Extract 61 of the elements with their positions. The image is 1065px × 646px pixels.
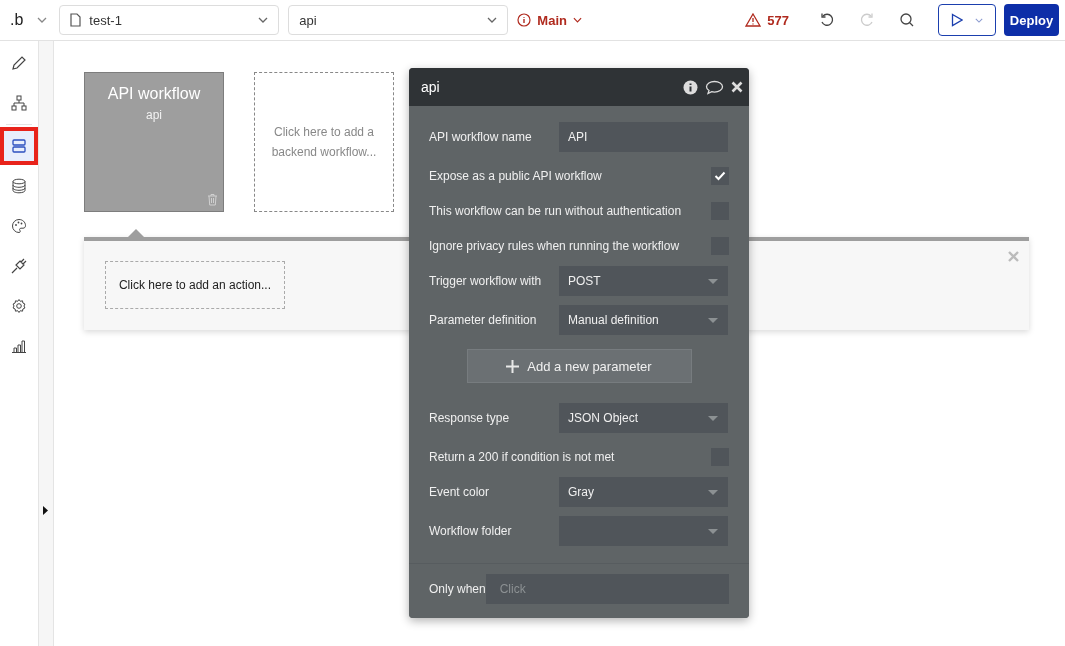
field-label: Trigger workflow with <box>429 274 543 288</box>
dropdown[interactable]: Gray <box>559 477 728 507</box>
workflow-select[interactable]: api <box>288 5 509 35</box>
search-icon[interactable] <box>899 12 915 28</box>
workflow-title: API workflow <box>107 85 201 103</box>
field-label: This workflow can be run without authentication <box>429 204 683 218</box>
undo-icon[interactable] <box>819 12 835 28</box>
add-parameter-button[interactable]: Add a new parameter <box>466 349 692 383</box>
settings-icon <box>11 298 27 314</box>
condition-input[interactable]: Click <box>485 574 729 604</box>
plug-icon <box>11 258 27 274</box>
chevron-down-icon <box>258 17 269 23</box>
add-workflow-placeholder[interactable]: Click here to add a backend workflow... <box>254 72 394 212</box>
page-icon <box>70 13 82 27</box>
dropdown[interactable]: Manual definition <box>559 305 728 335</box>
field-label: Only when <box>429 582 486 596</box>
caret-icon <box>708 415 718 421</box>
popup-title: api <box>421 79 441 95</box>
stacked-rows-icon <box>11 138 27 154</box>
chevron-down-icon <box>487 17 498 23</box>
info-icon[interactable] <box>683 79 698 95</box>
palette-icon <box>11 218 27 234</box>
caret-icon <box>708 317 718 323</box>
branch-select[interactable]: Main <box>517 12 582 28</box>
add-action-placeholder[interactable]: Click here to add an action... <box>105 261 285 309</box>
issues-button[interactable]: 577 <box>745 12 789 28</box>
caret-icon <box>708 278 718 284</box>
expand-arrow-icon[interactable] <box>43 506 48 515</box>
play-icon <box>951 13 963 27</box>
field-label: API workflow name <box>429 130 533 144</box>
chevron-down-icon <box>572 17 582 23</box>
field-label: Workflow folder <box>429 524 513 538</box>
field-label: Event color <box>429 485 491 499</box>
bar-chart-icon <box>11 338 27 354</box>
name-input[interactable]: API <box>559 122 728 152</box>
pencil-icon <box>11 55 27 71</box>
page-select[interactable]: test-1 <box>59 5 280 35</box>
field-label: Expose as a public API workflow <box>429 169 603 183</box>
checkbox[interactable] <box>711 167 729 185</box>
deploy-button[interactable]: Deploy <box>1004 4 1059 36</box>
dropdown[interactable]: JSON Object <box>559 403 728 433</box>
warning-icon <box>745 13 762 27</box>
close-icon[interactable] <box>731 81 743 93</box>
checkmark-icon <box>714 171 726 181</box>
field-label: Ignore privacy rules when running the workflow <box>429 239 681 253</box>
logo[interactable]: .b <box>10 11 24 29</box>
field-label: Response type <box>429 411 511 425</box>
preview-button[interactable] <box>938 4 996 36</box>
chevron-down-icon <box>975 17 983 23</box>
hierarchy-icon <box>11 95 27 111</box>
speech-bubble-icon[interactable] <box>705 79 724 95</box>
field-label: Parameter definition <box>429 313 538 327</box>
plus-icon <box>506 359 520 373</box>
field-label: Return a 200 if condition is not met <box>429 450 616 464</box>
caret-icon <box>708 489 718 495</box>
info-icon <box>517 13 532 27</box>
caret-icon <box>708 528 718 534</box>
chevron-down-icon[interactable] <box>37 17 48 23</box>
workflow-name: api <box>146 108 162 122</box>
dropdown[interactable]: POST <box>559 266 728 296</box>
database-icon <box>11 178 27 194</box>
